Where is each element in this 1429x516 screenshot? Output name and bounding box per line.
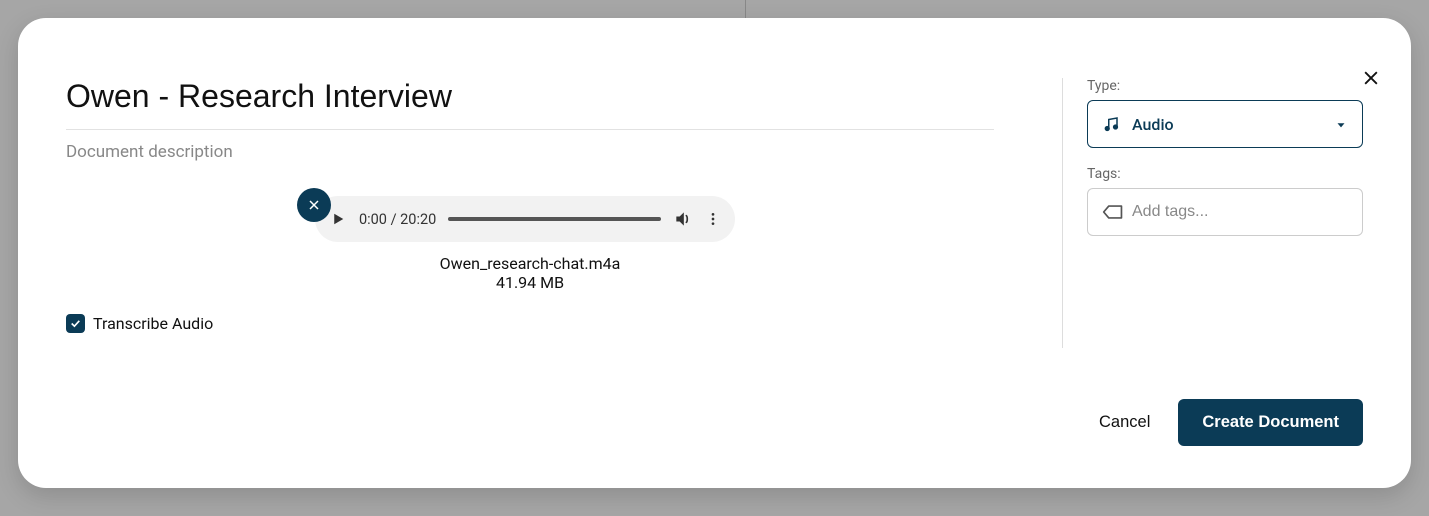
audio-time-display: 0:00 / 20:20 xyxy=(359,211,436,228)
audio-file-size: 41.94 MB xyxy=(496,273,564,292)
transcribe-row: Transcribe Audio xyxy=(66,314,994,333)
create-document-button[interactable]: Create Document xyxy=(1178,399,1363,446)
tags-field-label: Tags: xyxy=(1087,166,1363,182)
tag-icon xyxy=(1102,203,1122,221)
document-title-input[interactable] xyxy=(66,46,994,130)
audio-duration: 20:20 xyxy=(400,211,436,228)
document-description-input[interactable] xyxy=(66,130,994,174)
create-document-modal: 0:00 / 20:20 Owen_research-chat.m4a 41.9… xyxy=(18,18,1411,488)
right-column: Type: Audio Tags: xyxy=(1063,46,1363,379)
backdrop-divider xyxy=(745,0,746,18)
audio-file-name: Owen_research-chat.m4a xyxy=(440,254,621,273)
modal-footer: Cancel Create Document xyxy=(18,379,1411,488)
modal-body: 0:00 / 20:20 Owen_research-chat.m4a 41.9… xyxy=(18,18,1411,379)
type-field-label: Type: xyxy=(1087,78,1363,94)
audio-progress-track[interactable] xyxy=(448,217,661,221)
more-icon[interactable] xyxy=(705,209,721,229)
left-column: 0:00 / 20:20 Owen_research-chat.m4a 41.9… xyxy=(66,46,1062,379)
audio-attachment-block: 0:00 / 20:20 Owen_research-chat.m4a 41.9… xyxy=(66,196,994,292)
cancel-button[interactable]: Cancel xyxy=(1099,413,1150,432)
close-modal-button[interactable] xyxy=(1357,64,1385,92)
type-select[interactable]: Audio xyxy=(1087,100,1363,148)
transcribe-label: Transcribe Audio xyxy=(93,314,213,333)
remove-attachment-button[interactable] xyxy=(297,188,331,222)
chevron-down-icon xyxy=(1334,117,1348,131)
music-note-icon xyxy=(1102,115,1120,133)
audio-player: 0:00 / 20:20 xyxy=(315,196,735,242)
tags-input-box[interactable] xyxy=(1087,188,1363,236)
type-select-value: Audio xyxy=(1132,115,1322,134)
tags-input[interactable] xyxy=(1132,203,1348,221)
play-icon[interactable] xyxy=(329,210,347,228)
volume-icon[interactable] xyxy=(673,209,693,229)
audio-current-time: 0:00 xyxy=(359,211,387,228)
close-icon xyxy=(1361,68,1381,88)
transcribe-checkbox[interactable] xyxy=(66,314,85,333)
close-icon xyxy=(306,197,322,213)
audio-player-wrap: 0:00 / 20:20 xyxy=(315,196,745,242)
check-icon xyxy=(69,317,82,330)
